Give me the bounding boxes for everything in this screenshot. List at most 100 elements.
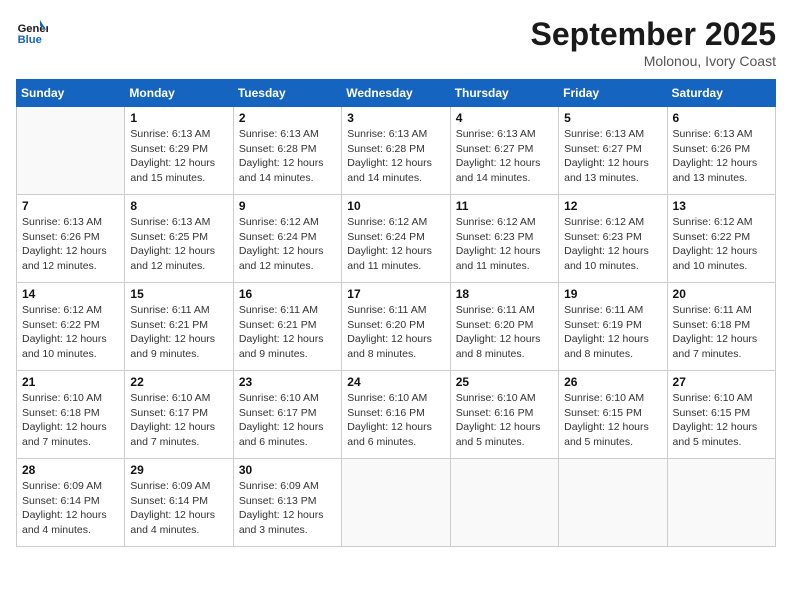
day-info: Sunrise: 6:12 AM Sunset: 6:23 PM Dayligh… (456, 215, 553, 274)
day-info: Sunrise: 6:12 AM Sunset: 6:22 PM Dayligh… (22, 303, 119, 362)
calendar-cell: 9 Sunrise: 6:12 AM Sunset: 6:24 PM Daylig… (233, 195, 341, 283)
day-number: 14 (22, 287, 119, 301)
calendar-cell (559, 459, 667, 547)
calendar-cell: 23Sunrise: 6:10 AM Sunset: 6:17 PM Dayli… (233, 371, 341, 459)
calendar-cell: 2Sunrise: 6:13 AM Sunset: 6:28 PM Daylig… (233, 107, 341, 195)
calendar-cell: 15 Sunrise: 6:11 AM Sunset: 6:21 PM Dayli… (125, 283, 233, 371)
title-block: September 2025 Molonou, Ivory Coast (531, 16, 776, 69)
calendar-cell: 13 Sunrise: 6:12 AM Sunset: 6:22 PM Dayli… (667, 195, 775, 283)
logo: General Blue (16, 16, 48, 48)
day-info: Sunrise: 6:09 AM Sunset: 6:13 PM Dayligh… (239, 479, 336, 538)
day-number: 12 (564, 199, 661, 213)
day-number: 13 (673, 199, 770, 213)
month-title: September 2025 (531, 16, 776, 53)
day-number: 21 (22, 375, 119, 389)
day-info: Sunrise: 6:11 AM Sunset: 6:21 PM Dayligh… (130, 303, 227, 362)
calendar-cell (667, 459, 775, 547)
day-number: 18 (456, 287, 553, 301)
day-info: Sunrise: 6:11 AM Sunset: 6:19 PM Dayligh… (564, 303, 661, 362)
day-info: Sunrise: 6:13 AM Sunset: 6:27 PM Dayligh… (564, 127, 661, 186)
calendar-cell: 21 Sunrise: 6:10 AM Sunset: 6:18 PM Dayli… (17, 371, 125, 459)
calendar-cell: 10Sunrise: 6:12 AM Sunset: 6:24 PM Dayli… (342, 195, 450, 283)
day-info: Sunrise: 6:13 AM Sunset: 6:28 PM Dayligh… (347, 127, 444, 186)
day-info: Sunrise: 6:10 AM Sunset: 6:17 PM Dayligh… (130, 391, 227, 450)
calendar-cell: 28 Sunrise: 6:09 AM Sunset: 6:14 PM Dayli… (17, 459, 125, 547)
calendar-cell: 26 Sunrise: 6:10 AM Sunset: 6:15 PM Dayli… (559, 371, 667, 459)
calendar-cell: 8 Sunrise: 6:13 AM Sunset: 6:25 PM Daylig… (125, 195, 233, 283)
calendar-cell: 11Sunrise: 6:12 AM Sunset: 6:23 PM Dayli… (450, 195, 558, 283)
weekday-header-saturday: Saturday (667, 80, 775, 107)
calendar-cell: 5 Sunrise: 6:13 AM Sunset: 6:27 PM Daylig… (559, 107, 667, 195)
day-info: Sunrise: 6:11 AM Sunset: 6:20 PM Dayligh… (347, 303, 444, 362)
day-number: 16 (239, 287, 336, 301)
week-row-1: 1 Sunrise: 6:13 AM Sunset: 6:29 PM Daylig… (17, 107, 776, 195)
day-info: Sunrise: 6:12 AM Sunset: 6:23 PM Dayligh… (564, 215, 661, 274)
calendar-cell (450, 459, 558, 547)
day-number: 3 (347, 111, 444, 125)
day-number: 28 (22, 463, 119, 477)
svg-text:Blue: Blue (18, 34, 42, 46)
day-info: Sunrise: 6:13 AM Sunset: 6:25 PM Dayligh… (130, 215, 227, 274)
calendar-cell: 4 Sunrise: 6:13 AM Sunset: 6:27 PM Daylig… (450, 107, 558, 195)
day-number: 24 (347, 375, 444, 389)
weekday-header-sunday: Sunday (17, 80, 125, 107)
day-info: Sunrise: 6:10 AM Sunset: 6:15 PM Dayligh… (564, 391, 661, 450)
calendar-cell: 30Sunrise: 6:09 AM Sunset: 6:13 PM Dayli… (233, 459, 341, 547)
calendar-cell (342, 459, 450, 547)
day-number: 22 (130, 375, 227, 389)
day-info: Sunrise: 6:13 AM Sunset: 6:26 PM Dayligh… (22, 215, 119, 274)
day-info: Sunrise: 6:13 AM Sunset: 6:28 PM Dayligh… (239, 127, 336, 186)
day-number: 15 (130, 287, 227, 301)
week-row-3: 14 Sunrise: 6:12 AM Sunset: 6:22 PM Dayli… (17, 283, 776, 371)
calendar-cell: 19 Sunrise: 6:11 AM Sunset: 6:19 PM Dayli… (559, 283, 667, 371)
calendar-cell: 7 Sunrise: 6:13 AM Sunset: 6:26 PM Daylig… (17, 195, 125, 283)
week-row-5: 28 Sunrise: 6:09 AM Sunset: 6:14 PM Dayli… (17, 459, 776, 547)
calendar-cell: 24 Sunrise: 6:10 AM Sunset: 6:16 PM Dayli… (342, 371, 450, 459)
day-number: 4 (456, 111, 553, 125)
day-info: Sunrise: 6:09 AM Sunset: 6:14 PM Dayligh… (22, 479, 119, 538)
calendar-cell: 20 Sunrise: 6:11 AM Sunset: 6:18 PM Dayli… (667, 283, 775, 371)
weekday-header-wednesday: Wednesday (342, 80, 450, 107)
week-row-4: 21 Sunrise: 6:10 AM Sunset: 6:18 PM Dayli… (17, 371, 776, 459)
calendar-cell: 1 Sunrise: 6:13 AM Sunset: 6:29 PM Daylig… (125, 107, 233, 195)
day-info: Sunrise: 6:10 AM Sunset: 6:16 PM Dayligh… (347, 391, 444, 450)
calendar-cell: 25 Sunrise: 6:10 AM Sunset: 6:16 PM Dayli… (450, 371, 558, 459)
calendar-cell: 6Sunrise: 6:13 AM Sunset: 6:26 PM Daylig… (667, 107, 775, 195)
day-info: Sunrise: 6:13 AM Sunset: 6:29 PM Dayligh… (130, 127, 227, 186)
weekday-header-friday: Friday (559, 80, 667, 107)
day-info: Sunrise: 6:09 AM Sunset: 6:14 PM Dayligh… (130, 479, 227, 538)
page-header: General Blue September 2025 Molonou, Ivo… (16, 16, 776, 69)
day-info: Sunrise: 6:11 AM Sunset: 6:21 PM Dayligh… (239, 303, 336, 362)
day-number: 1 (130, 111, 227, 125)
day-number: 17 (347, 287, 444, 301)
day-number: 19 (564, 287, 661, 301)
day-number: 7 (22, 199, 119, 213)
day-info: Sunrise: 6:12 AM Sunset: 6:24 PM Dayligh… (239, 215, 336, 274)
day-number: 20 (673, 287, 770, 301)
calendar-cell: 14 Sunrise: 6:12 AM Sunset: 6:22 PM Dayli… (17, 283, 125, 371)
day-number: 27 (673, 375, 770, 389)
weekday-header-tuesday: Tuesday (233, 80, 341, 107)
logo-icon: General Blue (16, 16, 48, 48)
day-number: 8 (130, 199, 227, 213)
weekday-header-row: SundayMondayTuesdayWednesdayThursdayFrid… (17, 80, 776, 107)
calendar-cell: 3 Sunrise: 6:13 AM Sunset: 6:28 PM Daylig… (342, 107, 450, 195)
calendar-cell: 29Sunrise: 6:09 AM Sunset: 6:14 PM Dayli… (125, 459, 233, 547)
calendar-cell: 18Sunrise: 6:11 AM Sunset: 6:20 PM Dayli… (450, 283, 558, 371)
day-number: 26 (564, 375, 661, 389)
day-info: Sunrise: 6:11 AM Sunset: 6:18 PM Dayligh… (673, 303, 770, 362)
week-row-2: 7 Sunrise: 6:13 AM Sunset: 6:26 PM Daylig… (17, 195, 776, 283)
calendar-cell: 12 Sunrise: 6:12 AM Sunset: 6:23 PM Dayli… (559, 195, 667, 283)
day-number: 5 (564, 111, 661, 125)
day-number: 23 (239, 375, 336, 389)
day-number: 9 (239, 199, 336, 213)
calendar-cell: 22 Sunrise: 6:10 AM Sunset: 6:17 PM Dayli… (125, 371, 233, 459)
weekday-header-thursday: Thursday (450, 80, 558, 107)
day-info: Sunrise: 6:13 AM Sunset: 6:27 PM Dayligh… (456, 127, 553, 186)
day-info: Sunrise: 6:12 AM Sunset: 6:22 PM Dayligh… (673, 215, 770, 274)
calendar-cell: 16 Sunrise: 6:11 AM Sunset: 6:21 PM Dayli… (233, 283, 341, 371)
day-number: 25 (456, 375, 553, 389)
weekday-header-monday: Monday (125, 80, 233, 107)
day-info: Sunrise: 6:10 AM Sunset: 6:18 PM Dayligh… (22, 391, 119, 450)
day-info: Sunrise: 6:10 AM Sunset: 6:16 PM Dayligh… (456, 391, 553, 450)
